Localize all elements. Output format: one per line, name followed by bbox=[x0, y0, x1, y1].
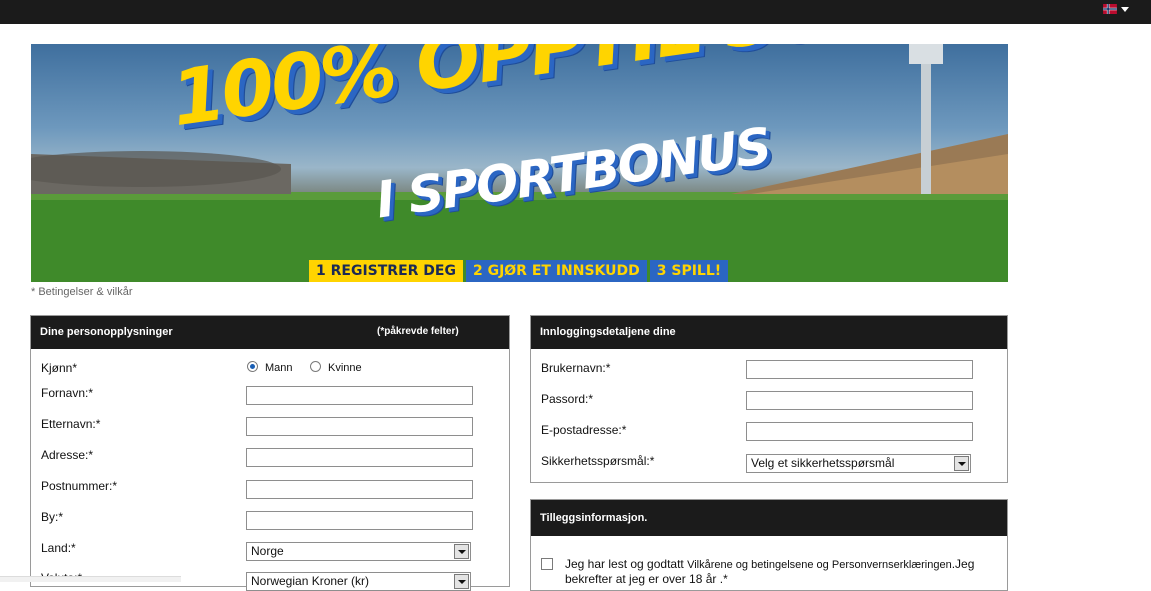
terms-checkbox[interactable] bbox=[541, 558, 553, 570]
gender-label: Kjønn* bbox=[41, 361, 78, 375]
first-name-field[interactable] bbox=[246, 386, 473, 405]
country-label: Land:* bbox=[41, 541, 76, 555]
panel-title: Innloggingsdetaljene dine bbox=[540, 326, 676, 338]
panel-header: Dine personopplysninger (*påkrevde felte… bbox=[31, 316, 509, 349]
username-label: Brukernavn:* bbox=[541, 361, 611, 375]
security-question-select[interactable]: Velg et sikkerhetsspørsmål bbox=[746, 454, 971, 473]
security-question-label: Sikkerhetsspørsmål:* bbox=[541, 454, 655, 468]
gender-male-label[interactable]: Mann bbox=[265, 362, 293, 374]
terms-link[interactable]: * Betingelser & vilkår bbox=[31, 286, 133, 298]
dropdown-arrow-icon[interactable] bbox=[454, 544, 469, 559]
gender-female-label[interactable]: Kvinne bbox=[328, 362, 362, 374]
banner-step-3: 3 SPILL! bbox=[649, 260, 729, 282]
consent-text-part: Jeg har lest og godtatt bbox=[565, 557, 688, 571]
country-select-value: Norge bbox=[251, 544, 284, 558]
postcode-field[interactable] bbox=[246, 480, 473, 499]
banner-step-2: 2 GJØR ET INNSKUDD bbox=[465, 260, 647, 282]
address-field[interactable] bbox=[246, 448, 473, 467]
gender-female-radio[interactable] bbox=[310, 361, 321, 372]
additional-info-panel: Tilleggsinformasjon. Jeg har lest og god… bbox=[530, 499, 1008, 591]
postcode-label: Postnummer:* bbox=[41, 479, 118, 493]
consent-text-part: og bbox=[813, 559, 832, 571]
personal-details-panel: Dine personopplysninger (*påkrevde felte… bbox=[30, 315, 510, 591]
city-field[interactable] bbox=[246, 511, 473, 530]
currency-select[interactable]: Norwegian Kroner (kr) bbox=[246, 572, 471, 591]
panel-header: Innloggingsdetaljene dine bbox=[531, 316, 1007, 349]
password-label: Passord:* bbox=[541, 392, 594, 406]
address-label: Adresse:* bbox=[41, 448, 94, 462]
language-selector[interactable] bbox=[1103, 4, 1129, 14]
gender-male-radio[interactable] bbox=[247, 361, 258, 372]
privacy-policy-link[interactable]: Personvernserklæringen bbox=[832, 559, 952, 571]
country-select[interactable]: Norge bbox=[246, 542, 471, 561]
terms-conditions-link[interactable]: Vilkårene og betingelsene bbox=[687, 559, 813, 571]
login-details-panel: Innloggingsdetaljene dine Brukernavn:* P… bbox=[530, 315, 1008, 483]
currency-select-value: Norwegian Kroner (kr) bbox=[251, 574, 370, 588]
last-name-field[interactable] bbox=[246, 417, 473, 436]
email-field[interactable] bbox=[746, 422, 973, 441]
norway-flag-icon bbox=[1103, 4, 1117, 14]
banner-steps: 1 REGISTRER DEG 2 GJØR ET INNSKUDD 3 SPI… bbox=[309, 260, 729, 282]
first-name-label: Fornavn:* bbox=[41, 386, 94, 400]
terms-consent-text: Jeg har lest og godtatt Vilkårene og bet… bbox=[565, 557, 985, 586]
bottom-status-strip bbox=[0, 576, 181, 582]
email-label: E-postadresse:* bbox=[541, 423, 627, 437]
password-field[interactable] bbox=[746, 391, 973, 410]
top-bar bbox=[0, 0, 1151, 24]
username-field[interactable] bbox=[746, 360, 973, 379]
city-label: By:* bbox=[41, 510, 64, 524]
panel-header: Tilleggsinformasjon. bbox=[531, 500, 1007, 536]
banner-step-1: 1 REGISTRER DEG bbox=[309, 260, 463, 282]
dropdown-arrow-icon[interactable] bbox=[454, 574, 469, 589]
security-question-value: Velg et sikkerhetsspørsmål bbox=[751, 456, 895, 470]
last-name-label: Etternavn:* bbox=[41, 417, 101, 431]
promo-banner[interactable]: 100% OPPTIL 500 KR I SPORTBONUS 1 REGIST… bbox=[31, 44, 1008, 282]
panel-title: Dine personopplysninger bbox=[40, 326, 173, 338]
chevron-down-icon bbox=[1121, 7, 1129, 12]
required-fields-note: (*påkrevde felter) bbox=[377, 326, 459, 337]
dropdown-arrow-icon[interactable] bbox=[954, 456, 969, 471]
panel-title: Tilleggsinformasjon. bbox=[540, 512, 648, 524]
